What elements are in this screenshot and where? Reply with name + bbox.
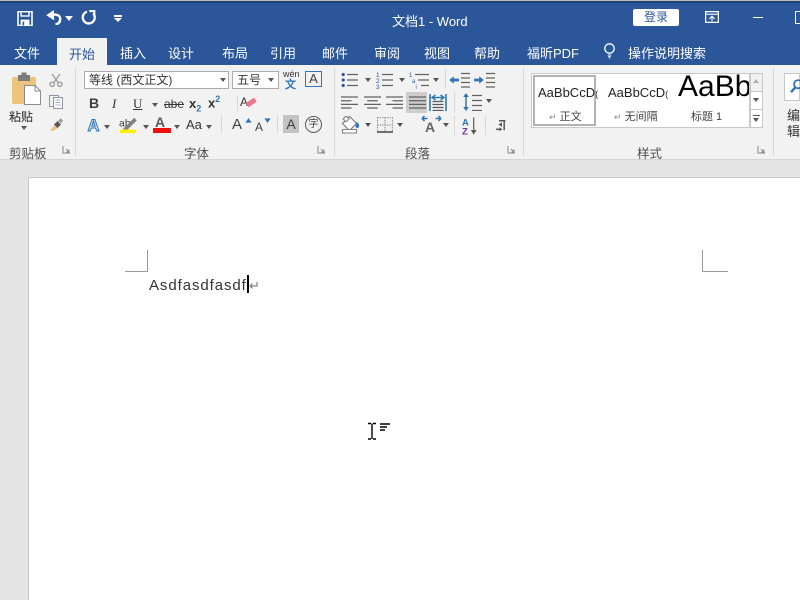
svg-text:i: i <box>416 85 417 89</box>
svg-text:A: A <box>88 117 100 133</box>
svg-text:A: A <box>425 119 435 134</box>
svg-text:Z: Z <box>462 127 468 136</box>
svg-text:A: A <box>240 95 248 109</box>
svg-text:3: 3 <box>376 84 380 89</box>
